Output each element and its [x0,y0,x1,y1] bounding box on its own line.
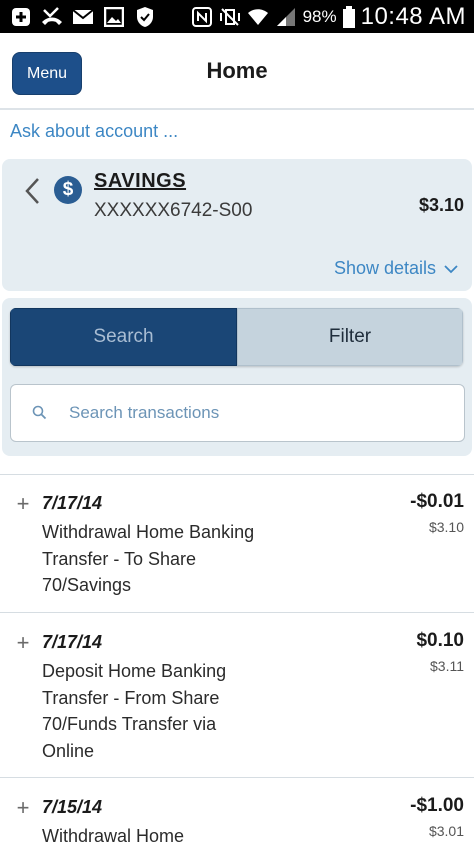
page-title: Home [206,58,268,83]
battery-icon [342,5,355,28]
status-bar: 98% 10:48 AM [0,0,474,33]
expand-plus-icon[interactable]: + [14,797,32,819]
transaction-balance: $3.01 [428,823,464,839]
show-details-label: Show details [333,258,436,278]
app-header: Menu Home [0,33,474,110]
account-card: $ SAVINGS XXXXXX6742-S00 $3.10 Show deta… [2,159,472,291]
transaction-date: 7/15/14 [42,797,103,817]
transaction-row[interactable]: + 7/17/14 Deposit Home Banking Transfer … [0,630,474,778]
transaction-balance: $3.10 [428,519,464,535]
search-icon [31,404,49,422]
vibrate-mute-icon [219,7,241,27]
search-tab[interactable]: Search [10,308,237,366]
account-balance: $3.10 [418,195,464,215]
account-number: XXXXXX6742-S00 [94,200,253,221]
chevron-down-icon [444,264,458,273]
nfc-icon [191,6,213,27]
transaction-description: Withdrawal Home [42,826,185,843]
expand-plus-icon[interactable]: + [14,632,32,654]
account-name[interactable]: SAVINGS [94,170,186,193]
transaction-description: Deposit Home Banking Transfer - From Sha… [42,661,227,761]
transaction-description: Withdrawal Home Banking Transfer - To Sh… [42,522,255,595]
search-input[interactable] [69,386,449,440]
battery-percent: 98% [302,6,337,26]
image-icon [103,6,125,27]
filter-tab[interactable]: Filter [237,308,463,366]
dollar-circle-icon: $ [54,176,82,204]
transaction-balance: $3.11 [430,658,464,674]
ask-about-account-link[interactable]: Ask about account ... [10,121,178,142]
transaction-row[interactable]: + 7/15/14 Withdrawal Home -$1.00 $3.01 [0,795,474,843]
shield-icon [134,6,156,27]
search-box [10,384,465,442]
signal-icon [275,7,297,27]
chevron-left-icon[interactable] [22,176,44,206]
mail-icon [72,7,94,27]
plus-box-icon [10,7,32,27]
divider [0,474,474,475]
transaction-date: 7/17/14 [42,493,103,513]
notification-icons [0,6,156,27]
missed-call-icon [41,6,63,27]
search-filter-toggle: Search Filter [10,308,463,366]
system-icons: 98% 10:48 AM [191,3,474,31]
wifi-icon [247,7,269,27]
transaction-amount: $0.10 [416,630,464,651]
transaction-date: 7/17/14 [42,632,103,652]
search-panel: Search Filter [2,298,472,456]
transaction-amount: -$1.00 [410,795,464,816]
transaction-row[interactable]: + 7/17/14 Withdrawal Home Banking Transf… [0,491,474,613]
expand-plus-icon[interactable]: + [14,493,32,515]
show-details-link[interactable]: Show details [334,258,458,279]
clock: 10:48 AM [360,2,466,30]
transaction-amount: -$0.01 [410,491,464,512]
